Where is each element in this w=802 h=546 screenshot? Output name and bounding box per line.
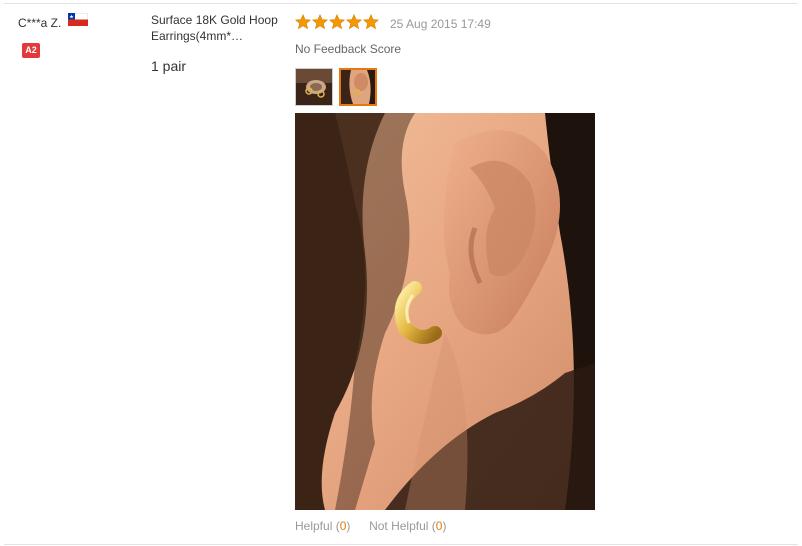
star-icon	[346, 14, 362, 30]
buyer-level-badge: A2	[22, 43, 40, 58]
rating-stars	[295, 14, 379, 30]
photo-thumbnails	[295, 68, 377, 106]
flag-chile-icon	[67, 13, 89, 27]
not-helpful-button[interactable]: Not Helpful (0)	[369, 519, 446, 533]
photo-thumbnail-1[interactable]	[295, 68, 333, 106]
buyer-name: C***a Z.	[18, 15, 62, 30]
helpful-label: Helpful (	[295, 519, 340, 533]
star-icon	[363, 14, 379, 30]
not-helpful-label: Not Helpful (	[369, 519, 436, 533]
product-title[interactable]: Surface 18K Gold Hoop Earrings(4mm*…	[151, 12, 286, 44]
review-date: 25 Aug 2015 17:49	[390, 17, 491, 31]
product-info: Surface 18K Gold Hoop Earrings(4mm*… 1 p…	[151, 12, 286, 74]
bottom-divider	[4, 544, 798, 545]
helpful-button[interactable]: Helpful (0)	[295, 519, 350, 533]
not-helpful-close: )	[442, 519, 447, 533]
review-photo[interactable]	[295, 113, 595, 510]
photo-thumbnail-2[interactable]	[339, 68, 377, 106]
star-icon	[312, 14, 328, 30]
helpful-close: )	[346, 519, 351, 533]
star-icon	[329, 14, 345, 30]
buyer-info: C***a Z. A2	[18, 13, 89, 58]
helpful-row: Helpful (0) Not Helpful (0)	[295, 519, 446, 533]
star-icon	[295, 14, 311, 30]
top-divider	[4, 3, 798, 4]
feedback-score: No Feedback Score	[295, 42, 402, 56]
product-quantity: 1 pair	[151, 58, 187, 74]
